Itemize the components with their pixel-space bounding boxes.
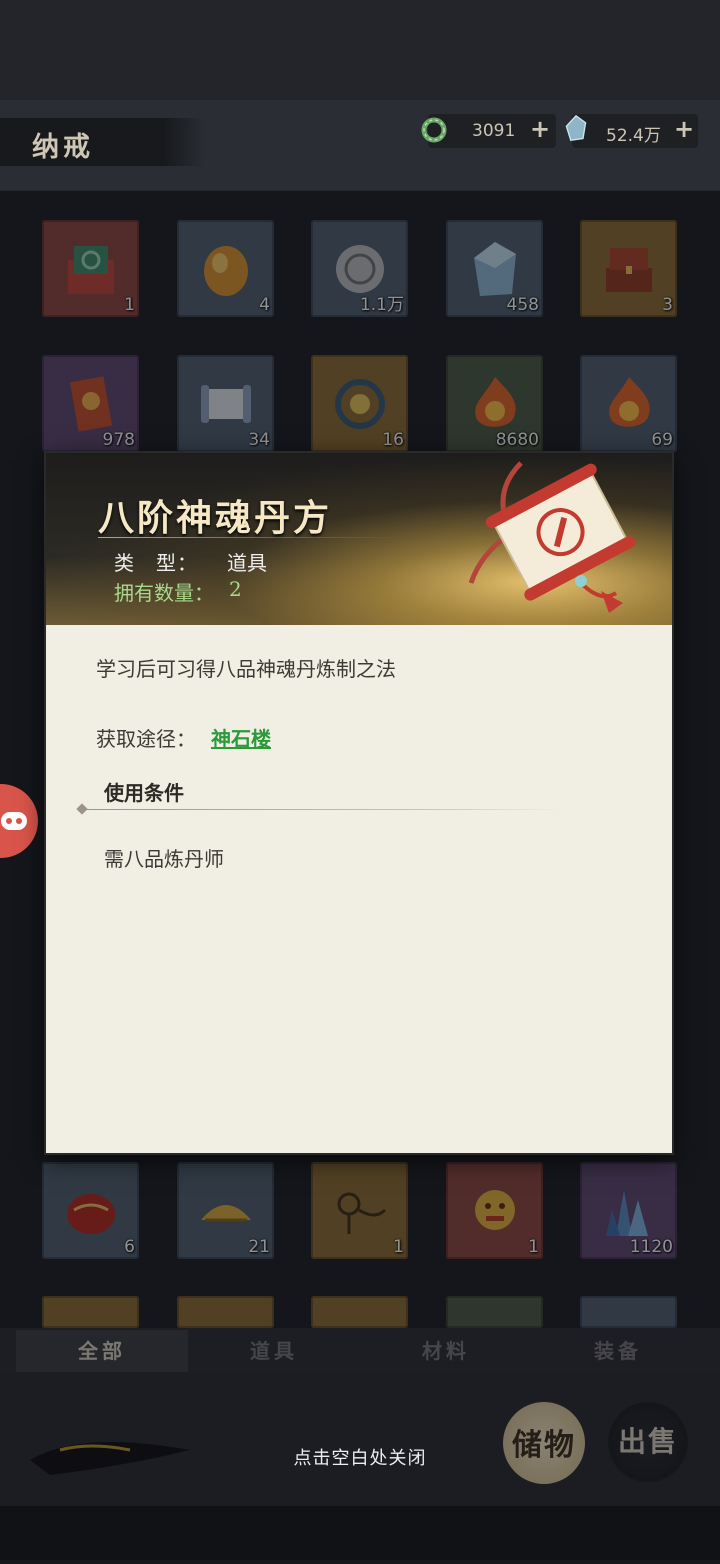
item-type-label: 类 型： bbox=[114, 551, 198, 575]
jade-ring-icon bbox=[421, 117, 447, 143]
item-description: 学习后可习得八品神魂丹炼制之法 bbox=[96, 657, 396, 681]
gamepad-icon bbox=[1, 812, 27, 830]
jade-add-button[interactable]: + bbox=[530, 115, 550, 143]
stone-add-button[interactable]: + bbox=[674, 115, 694, 143]
conditions-divider bbox=[82, 809, 562, 810]
title-divider bbox=[98, 537, 398, 538]
title-plate bbox=[0, 118, 205, 166]
recipe-scroll-icon bbox=[468, 461, 636, 613]
close-hint: 点击空白处关闭 bbox=[293, 1448, 427, 1469]
conditions-heading: 使用条件 bbox=[104, 781, 184, 805]
item-name: 八阶神魂丹方 bbox=[98, 497, 333, 539]
item-detail-panel: 八阶神魂丹方 类 型： 道具 拥有数量： 2 学习后可习得八品神魂丹炼制之法 获… bbox=[46, 453, 672, 1153]
jade-count: 3091 bbox=[472, 121, 516, 141]
owned-count-value: 2 bbox=[229, 577, 242, 601]
owned-count-label: 拥有数量： bbox=[114, 581, 214, 605]
page-title: 纳戒 bbox=[32, 132, 94, 163]
source-label: 获取途径： bbox=[96, 727, 196, 751]
condition-text: 需八品炼丹师 bbox=[104, 847, 224, 871]
top-banner bbox=[0, 0, 720, 100]
spirit-stone-icon bbox=[565, 114, 587, 141]
source-link[interactable]: 神石楼 bbox=[211, 723, 271, 752]
stone-count: 52.4万 bbox=[606, 126, 661, 146]
item-type-value: 道具 bbox=[227, 551, 267, 575]
